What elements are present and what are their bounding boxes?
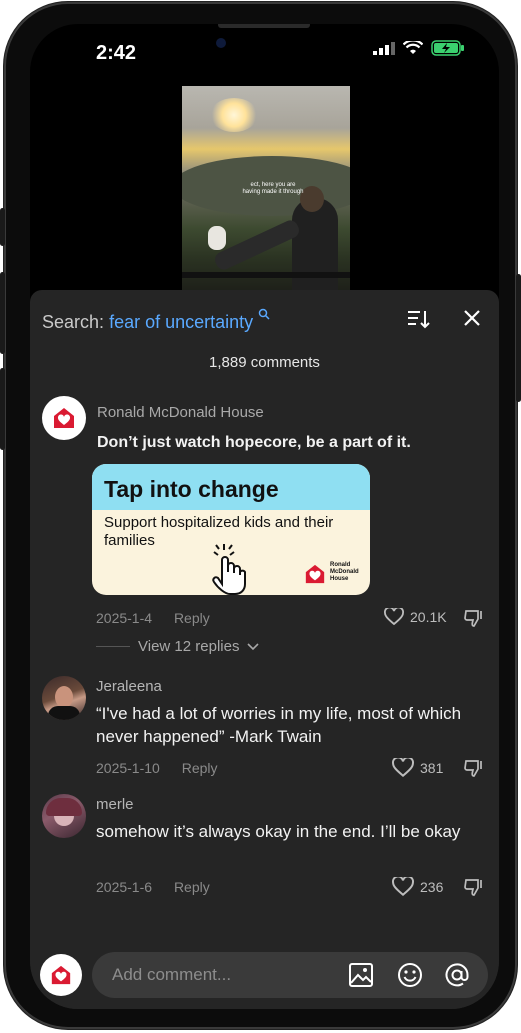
signal-icon — [373, 42, 395, 55]
house-logo-icon — [51, 965, 71, 985]
sun — [210, 98, 258, 132]
volume-down-button — [0, 368, 5, 450]
heart-icon — [384, 608, 404, 626]
search-icon — [258, 308, 270, 320]
avatar[interactable] — [42, 396, 86, 440]
video-thumbnail[interactable]: ect, here you are having made it through — [182, 86, 350, 296]
search-query[interactable]: fear of uncertainty — [109, 312, 253, 332]
status-time: 2:42 — [96, 42, 137, 64]
socks — [208, 226, 226, 250]
comment-author[interactable]: Ronald McDonald House — [97, 404, 264, 421]
view-replies-label: View 12 replies — [138, 638, 240, 655]
comment-text: somehow it’s always okay in the end. I’l… — [96, 822, 461, 841]
volume-up-button — [0, 272, 5, 354]
close-icon[interactable] — [462, 308, 482, 328]
house-logo-icon — [54, 408, 74, 428]
status-icons — [373, 40, 465, 56]
ad-logo-text: Ronald McDonald House — [330, 562, 359, 582]
dislike-icon[interactable] — [464, 608, 486, 628]
avatar[interactable] — [42, 794, 86, 838]
reply-button[interactable]: Reply — [182, 760, 218, 776]
power-button — [516, 274, 521, 402]
mute-switch — [0, 208, 5, 246]
avatar[interactable] — [42, 676, 86, 720]
reply-button[interactable]: Reply — [174, 610, 210, 626]
video-caption: ect, here you are having made it through — [242, 182, 304, 195]
tap-hand-icon — [212, 544, 246, 595]
comment-text: “I've had a lot of worries in my life, m… — [96, 704, 462, 746]
divider — [96, 646, 130, 647]
like-button[interactable]: 20.1K — [384, 608, 447, 626]
comment-placeholder: Add comment... — [112, 965, 232, 984]
ad-title: Tap into change — [104, 476, 279, 502]
comment-count: 1,889 comments — [209, 354, 320, 371]
like-button[interactable]: 236 — [392, 877, 443, 897]
wifi-icon — [403, 41, 423, 54]
comment-input[interactable]: Add comment... — [92, 952, 488, 998]
comment-meta: 2025-1-6 Reply — [96, 879, 210, 895]
image-icon[interactable] — [348, 962, 374, 988]
comment-author[interactable]: merle — [96, 796, 134, 813]
front-camera — [216, 38, 226, 48]
house-logo-icon — [305, 564, 325, 584]
reply-button[interactable]: Reply — [174, 879, 210, 895]
ad-card[interactable]: Tap into change Support hospitalized kid… — [92, 464, 370, 595]
railing — [182, 272, 350, 278]
comment-author[interactable]: Jeraleena — [96, 678, 162, 695]
legs — [212, 217, 302, 273]
like-count: 381 — [420, 760, 444, 776]
view-replies-button[interactable]: View 12 replies — [96, 638, 260, 655]
phone-frame: 2:42 ect, here you are having made it th… — [0, 2, 521, 1029]
search-bar[interactable]: Search: fear of uncertainty — [42, 308, 270, 333]
sort-icon[interactable] — [406, 308, 430, 330]
comment-date: 2025-1-4 — [96, 610, 153, 626]
comments-sheet: Search: fear of uncertainty 1,889 commen… — [30, 290, 499, 1009]
comment-meta: 2025-1-4 Reply — [96, 610, 210, 626]
like-count: 20.1K — [410, 609, 447, 625]
comment-date: 2025-1-10 — [96, 760, 160, 776]
my-avatar[interactable] — [40, 954, 82, 996]
heart-icon — [392, 758, 414, 777]
mention-icon[interactable] — [444, 962, 470, 988]
comment-date: 2025-1-6 — [96, 879, 153, 895]
chevron-down-icon — [247, 642, 260, 650]
like-count: 236 — [420, 879, 444, 895]
search-label: Search: — [42, 312, 105, 332]
comment-text: Don’t just watch hopecore, be a part of … — [97, 434, 411, 451]
heart-icon — [392, 877, 414, 896]
speaker — [218, 24, 310, 28]
comment-meta: 2025-1-10 Reply — [96, 760, 218, 776]
dislike-icon[interactable] — [464, 758, 486, 778]
like-button[interactable]: 381 — [392, 758, 443, 778]
emoji-icon[interactable] — [397, 962, 423, 988]
battery-icon — [431, 40, 464, 56]
screen: 2:42 ect, here you are having made it th… — [30, 24, 499, 1009]
person — [292, 198, 338, 296]
comment-composer: Add comment... — [30, 944, 499, 1009]
dislike-icon[interactable] — [464, 877, 486, 897]
